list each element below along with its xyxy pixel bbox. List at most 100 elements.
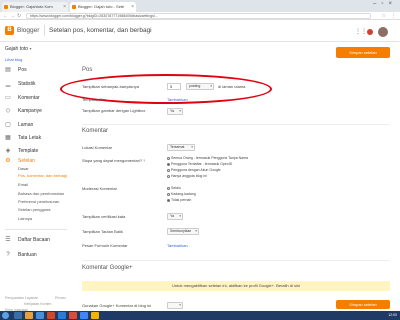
sidebar-item-label: Pos <box>18 67 27 73</box>
google-plus-comments-select[interactable] <box>167 302 183 309</box>
system-clock[interactable]: 12:00 <box>388 311 397 320</box>
help-icon: ? <box>6 252 10 258</box>
sidebar-item-kampanye[interactable]: ◇ Kampanye <box>0 106 72 116</box>
sidebar-subitem-penelusuran[interactable]: Preferensi penelusuran <box>18 199 59 205</box>
save-settings-button-bottom[interactable]: Simpan setelan <box>336 300 390 309</box>
word-verification-select[interactable]: Ya <box>167 213 183 220</box>
sidebar-subitem-pos-komentar[interactable]: Pos, komentar, dan berbagi <box>18 173 67 179</box>
close-tab-icon[interactable]: × <box>63 2 66 12</box>
sidebar-item-label: Daftar Bacaan <box>18 237 50 243</box>
google-plus-comments-label: Gunakan Google+ Komentar di blog ini <box>82 303 152 308</box>
sidebar-item-label: Bantuan <box>18 252 37 258</box>
content-policy-link[interactable]: Kebijakan Konten <box>24 302 51 306</box>
apps-grid-icon[interactable]: ⋮⋮ <box>355 29 367 35</box>
comments-icon: ▭ <box>5 95 11 101</box>
sidebar-item-daftar-bacaan[interactable]: ☰ Daftar Bacaan <box>0 235 72 245</box>
taskbar-browser-icon[interactable] <box>69 312 77 319</box>
section-heading-komentar: Komentar <box>82 128 109 134</box>
sidebar-subitem-pengguna[interactable]: Setelan pengguna <box>18 207 50 213</box>
who-option-registered[interactable]: Pengguna Terdaftar - termasuk OpenID <box>167 162 232 166</box>
browser-tab-2[interactable]: Blogger: Gajah toto - Sete × <box>70 2 136 12</box>
comment-location-select[interactable]: Tersemat <box>167 144 195 151</box>
chevron-down-icon: ▾ <box>29 46 32 51</box>
backlinks-select[interactable]: Sembunyikan <box>167 228 199 235</box>
who-option-members[interactable]: Hanya anggota blog ini <box>167 174 207 178</box>
comment-location-label: Lokasi Komentar <box>82 145 113 150</box>
template-icon: ◈ <box>5 148 11 154</box>
pages-icon: ▢ <box>5 122 11 128</box>
who-option-google[interactable]: Pengguna dengan Akun Google <box>167 168 221 172</box>
moderation-option-never[interactable]: Tidak pernah <box>167 198 191 202</box>
layout-icon: ▦ <box>5 135 11 141</box>
save-settings-button[interactable]: Simpan setelan <box>336 47 390 58</box>
browser-chrome: Blogger: Gajahtoto Kom × Blogger: Gajah … <box>0 0 400 20</box>
section-heading-google-plus: Komentar Google+ <box>82 265 133 271</box>
radio-label: Pengguna dengan Akun Google <box>171 168 221 172</box>
sidebar-subitem-dasar[interactable]: Dasar <box>18 166 29 172</box>
blogger-favicon <box>72 5 76 9</box>
taskbar-app-icon[interactable] <box>80 312 88 319</box>
help-icon[interactable]: ? <box>143 159 145 163</box>
start-button-icon[interactable] <box>2 312 9 319</box>
taskbar-app-icon[interactable] <box>14 312 22 319</box>
sidebar-subitem-email[interactable]: Email <box>18 182 28 188</box>
radio-checked-icon <box>167 162 170 166</box>
post-template-add-link[interactable]: Tambahkan <box>167 97 188 102</box>
radio-label: Tidak pernah <box>171 198 192 202</box>
notification-icon[interactable] <box>367 29 373 35</box>
os-taskbar: 12:00 <box>0 311 400 320</box>
sidebar-item-pos[interactable]: ▤ Pos <box>0 65 72 75</box>
close-tab-icon[interactable]: × <box>131 2 134 12</box>
taskbar-app-icon[interactable] <box>58 312 66 319</box>
moderation-option-always[interactable]: Selalu <box>167 186 181 190</box>
reload-icon[interactable]: ↻ <box>17 12 21 20</box>
brand-name[interactable]: Blogger <box>17 26 39 35</box>
sidebar-item-label: Komentar <box>18 95 40 101</box>
address-bar-row: ← → ↻ https://www.blogger.com/blogger.g?… <box>0 12 400 20</box>
radio-label: Semua Orang - termasuk Pengguna Tanpa Na… <box>171 156 248 160</box>
sidebar-item-template[interactable]: ◈ Template <box>0 146 72 156</box>
sidebar-item-setelan[interactable]: ⚙ Setelan <box>0 156 72 166</box>
radio-label: Kadang-kadang <box>171 192 196 196</box>
comment-form-message-add-link[interactable]: Tambahkan <box>167 243 188 248</box>
sidebar-item-label: Kampanye <box>18 108 42 114</box>
sidebar-item-komentar[interactable]: ▭ Komentar <box>0 93 72 103</box>
sidebar-item-tata-letak[interactable]: ▦ Tata Letak <box>0 133 72 143</box>
header-divider <box>44 25 45 36</box>
backlinks-label: Tampilkan Tautan Balik <box>82 229 123 234</box>
privacy-link[interactable]: Privasi <box>55 296 66 300</box>
moderation-option-sometimes[interactable]: Kadang-kadang <box>167 192 196 196</box>
taskbar-folder-icon[interactable] <box>25 312 33 319</box>
blog-selector[interactable]: Gajah toto ▾ <box>5 46 31 52</box>
reading-list-icon: ☰ <box>5 237 11 243</box>
sidebar-subitem-bahasa[interactable]: Bahasa dan pemformatan <box>18 191 64 197</box>
taskbar-app-icon[interactable] <box>91 312 99 319</box>
forward-icon[interactable]: → <box>10 12 15 20</box>
lightbox-label: Tampilkan gambar dengan Lightbox <box>82 108 146 113</box>
terms-link[interactable]: Persyaratan Layanan <box>5 296 38 300</box>
bookmark-star-icon[interactable]: ☆ <box>382 12 386 20</box>
blogger-logo-icon[interactable]: B <box>5 26 14 35</box>
who-option-anyone[interactable]: Semua Orang - termasuk Pengguna Tanpa Na… <box>167 156 248 160</box>
post-template-label: Template Pos <box>82 97 107 102</box>
radio-icon <box>167 186 170 190</box>
gear-icon: ⚙ <box>5 158 11 164</box>
sidebar-item-bantuan[interactable]: ? Bantuan <box>0 250 72 260</box>
sidebar-item-laman[interactable]: ▢ Laman <box>0 120 72 130</box>
sidebar-item-label: Statistik <box>18 81 36 87</box>
url-field[interactable]: https://www.blogger.com/blogger.g?blogID… <box>26 13 371 19</box>
google-plus-notice[interactable]: Untuk mengaktifkan setelan ini, aktifkan… <box>82 281 390 291</box>
browser-tab-1[interactable]: Blogger: Gajahtoto Kom × <box>2 2 68 12</box>
taskbar-app-icon[interactable] <box>36 312 44 319</box>
blogger-favicon <box>4 5 8 9</box>
view-blog-link[interactable]: Lihat blog <box>5 57 22 62</box>
stats-icon: ▁ <box>5 81 11 87</box>
lightbox-select[interactable]: Ya <box>167 108 183 115</box>
back-icon[interactable]: ← <box>3 12 8 20</box>
blog-name: Gajah toto <box>5 46 29 52</box>
avatar[interactable] <box>378 27 388 37</box>
sidebar-subitem-lainnya[interactable]: Lainnya <box>18 216 32 222</box>
browser-menu-icon[interactable]: ⋮ <box>391 12 396 20</box>
taskbar-app-icon[interactable] <box>47 312 55 319</box>
window-controls[interactable]: –▫× <box>373 1 397 7</box>
